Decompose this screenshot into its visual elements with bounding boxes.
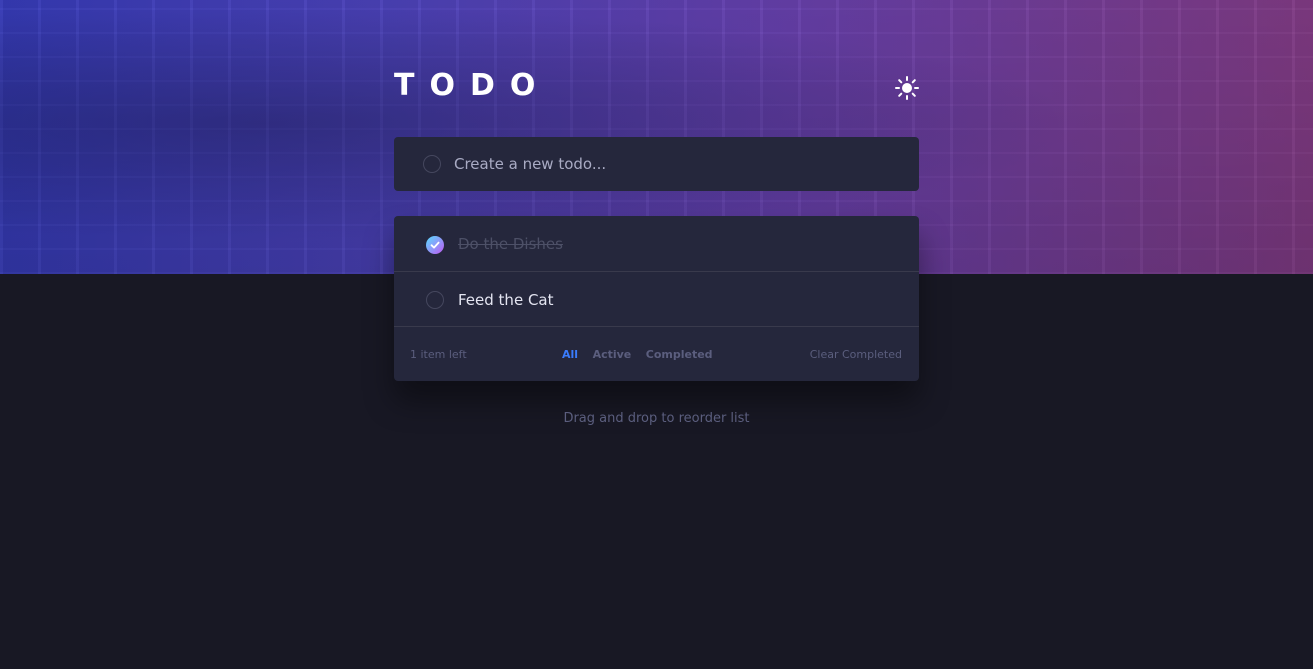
clear-completed-button[interactable]: Clear Completed <box>810 348 902 361</box>
filter-completed[interactable]: Completed <box>646 348 713 361</box>
new-todo-checkbox[interactable] <box>423 155 441 173</box>
items-left-count: 1 item left <box>410 348 467 361</box>
filter-all[interactable]: All <box>562 348 578 361</box>
completed-checkbox[interactable] <box>426 236 444 254</box>
new-todo-bar <box>394 137 919 191</box>
todo-text: Feed the Cat <box>458 291 554 309</box>
theme-toggle-button[interactable] <box>894 75 920 101</box>
todo-text: Do the Dishes <box>458 235 563 253</box>
filter-group: All Active Completed <box>562 348 724 361</box>
check-icon <box>430 241 440 249</box>
new-todo-input[interactable] <box>454 151 894 177</box>
reorder-hint: Drag and drop to reorder list <box>563 411 750 426</box>
todo-item[interactable]: Feed the Cat <box>394 272 919 327</box>
sun-icon <box>895 76 919 100</box>
list-footer: 1 item left All Active Completed Clear C… <box>394 327 919 381</box>
todo-list: Do the Dishes Feed the Cat 1 item left A… <box>394 216 919 381</box>
filter-active[interactable]: Active <box>593 348 632 361</box>
todo-item[interactable]: Do the Dishes <box>394 216 919 272</box>
todo-checkbox[interactable] <box>426 291 444 309</box>
app-title: TODO <box>394 68 551 103</box>
